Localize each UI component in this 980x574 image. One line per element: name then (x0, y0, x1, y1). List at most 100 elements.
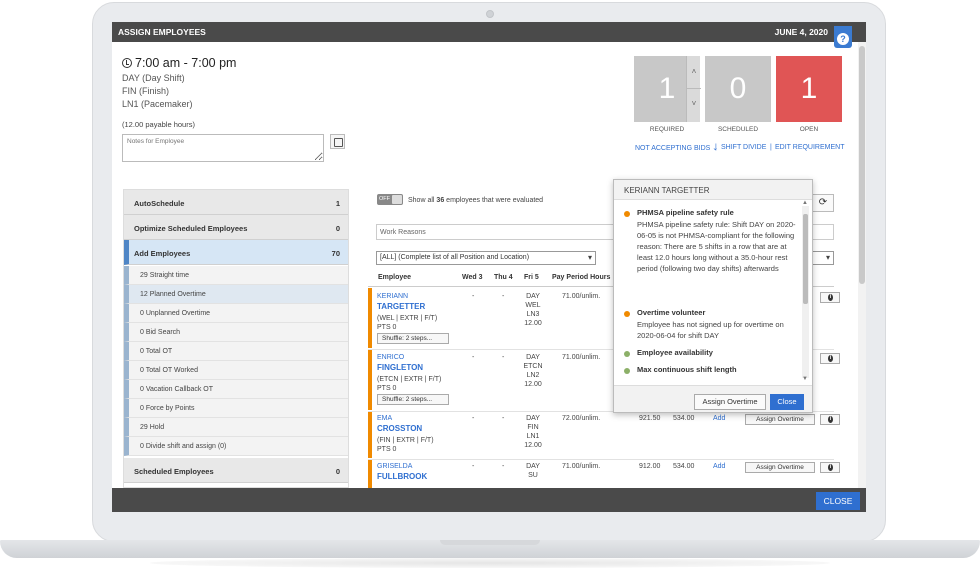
shift-line: FIN (Finish) (122, 86, 169, 96)
chevron-down-icon[interactable]: ˅ (690, 100, 698, 108)
shift-line: LN1 (Pacemaker) (122, 99, 193, 109)
employee-meta: (FIN | EXTR | F/T) (377, 437, 434, 444)
shift-time: 7:00 am - 7:00 pm (135, 56, 237, 70)
fri-cell: 12.00 (524, 381, 542, 388)
work-reasons-input[interactable]: Work Reasons (376, 224, 614, 240)
popup-scrollbar[interactable] (802, 206, 809, 378)
app-window: ASSIGN EMPLOYEES JUNE 4, 2020 ? 7:00 am … (112, 22, 866, 512)
employee-last-name[interactable]: TARGETTER (377, 302, 425, 311)
pay-period-cell: 71.00/unlim. (562, 293, 601, 300)
section-scheduled-employees[interactable]: Scheduled Employees 0 (124, 458, 348, 483)
fri-cell: 12.00 (524, 320, 542, 327)
save-notes-button[interactable] (330, 134, 345, 149)
section-optimize[interactable]: Optimize Scheduled Employees 0 (124, 215, 348, 240)
fri-cell: SU (528, 472, 538, 479)
scheduled-label: SCHEDULED (717, 126, 759, 133)
info-button[interactable] (820, 292, 840, 303)
sub-item[interactable]: 0 Vacation Callback OT (124, 380, 348, 399)
edit-requirement-link[interactable]: EDIT REQUIREMENT (775, 144, 845, 151)
position-select[interactable]: [ALL] (Complete list of all Position and… (376, 251, 596, 265)
employee-last-name[interactable]: FINGLETON (377, 363, 423, 372)
shift-divide-link[interactable]: SHIFT DIVIDE (721, 144, 766, 151)
fri-cell: ETCN (523, 363, 543, 370)
assign-overtime-button[interactable]: Assign Overtime (745, 414, 815, 425)
scheduled-counter: 0 (705, 56, 771, 122)
assign-overtime-button[interactable]: Assign Overtime (745, 462, 815, 473)
bids-link[interactable]: NOT ACCEPTING BIDS ⌄ (635, 144, 718, 152)
sub-item[interactable]: 0 Total OT (124, 342, 348, 361)
refresh-icon: ⟳ (818, 197, 828, 208)
popup-title: KERIANN TARGETTER (614, 180, 812, 200)
sub-item[interactable]: 0 Unplanned Overtime (124, 304, 348, 323)
employee-meta: (ETCN | EXTR | F/T) (377, 376, 442, 383)
fri-cell: DAY (526, 293, 540, 300)
camera-icon (486, 10, 494, 18)
wed-cell: - (472, 354, 475, 361)
rule-title: Max continuous shift length (637, 365, 737, 374)
chevron-down-icon: ▾ (587, 253, 592, 262)
info-button[interactable] (820, 462, 840, 473)
sub-item[interactable]: 12 Planned Overtime (124, 285, 348, 304)
link-separator: | (770, 144, 772, 151)
thu-cell: - (502, 293, 505, 300)
help-icon: ? (837, 33, 849, 45)
work-reasons-input-end[interactable] (812, 224, 834, 240)
info-button[interactable] (820, 414, 840, 425)
shift-line: DAY (Day Shift) (122, 73, 185, 83)
sub-item[interactable]: 0 Divide shift and assign (0) (124, 437, 348, 456)
sub-item[interactable]: 0 Force by Points (124, 399, 348, 418)
secondary-select[interactable]: ▾ (812, 251, 834, 265)
section-autoschedule[interactable]: AutoSchedule 1 (124, 190, 348, 215)
status-bar (368, 350, 372, 410)
add-link[interactable]: Add (713, 463, 725, 470)
required-stepper[interactable]: ˄ ˅ (686, 56, 701, 122)
popup-assign-overtime-button[interactable]: Assign Overtime (694, 394, 766, 410)
rule-title: Overtime volunteer (637, 308, 706, 317)
employee-last-name[interactable]: FULLBROOK (377, 472, 427, 481)
employee-points: PTS 0 (377, 446, 397, 453)
employee-first-name[interactable]: KERIANN (377, 293, 408, 300)
fri-cell: LN3 (526, 311, 540, 318)
link-separator: | (715, 144, 717, 151)
popup-close-button[interactable]: Close (770, 394, 804, 410)
pay-period-cell: 71.00/unlim. (562, 354, 601, 361)
section-add-employees[interactable]: Add Employees 70 (124, 240, 348, 265)
employee-last-name[interactable]: CROSSTON (377, 424, 422, 433)
fri-cell: 12.00 (524, 442, 542, 449)
close-button[interactable]: CLOSE (816, 492, 860, 510)
employee-first-name[interactable]: ENRICO (377, 354, 404, 361)
col-fri[interactable]: Fri 5 (524, 274, 539, 281)
status-bar (368, 412, 372, 458)
col-wed[interactable]: Wed 3 (462, 274, 483, 281)
rule-title: PHMSA pipeline safety rule (637, 208, 734, 217)
employee-first-name[interactable]: EMA (377, 415, 392, 422)
pay-period-cell: 71.00/unlim. (562, 463, 601, 470)
help-button[interactable]: ? (834, 26, 852, 48)
rule-title: Employee availability (637, 348, 713, 357)
refresh-button[interactable]: ⟳ (812, 194, 834, 212)
shuffle-button[interactable]: Shuffle: 2 steps... (377, 394, 449, 405)
status-dot-icon (624, 211, 630, 217)
employee-first-name[interactable]: GRISELDA (377, 463, 412, 470)
col-employee[interactable]: Employee (378, 274, 411, 281)
sub-item[interactable]: 29 Straight time (124, 266, 348, 285)
row-divider (368, 459, 834, 460)
sub-item[interactable]: 0 Total OT Worked (124, 361, 348, 380)
show-all-toggle[interactable]: OFF (377, 194, 403, 205)
sub-item[interactable]: 0 Bid Search (124, 323, 348, 342)
main-scrollbar[interactable] (858, 42, 866, 488)
sub-item[interactable]: 29 Hold (124, 418, 348, 437)
info-button[interactable] (820, 353, 840, 364)
chevron-up-icon[interactable]: ˄ (690, 68, 698, 76)
fri-cell: FIN (527, 424, 539, 431)
col-thu[interactable]: Thu 4 (494, 274, 513, 281)
notes-input[interactable] (122, 134, 324, 162)
wed-cell: - (472, 293, 475, 300)
scroll-down-icon[interactable]: ▼ (802, 376, 808, 382)
col-pay-period[interactable]: Pay Period Hours (552, 274, 610, 281)
employee-meta: (WEL | EXTR | F/T) (377, 315, 438, 322)
shuffle-button[interactable]: Shuffle: 2 steps... (377, 333, 449, 344)
laptop-notch (440, 540, 540, 545)
add-link[interactable]: Add (713, 415, 725, 422)
window-date: JUNE 4, 2020 (774, 27, 828, 37)
